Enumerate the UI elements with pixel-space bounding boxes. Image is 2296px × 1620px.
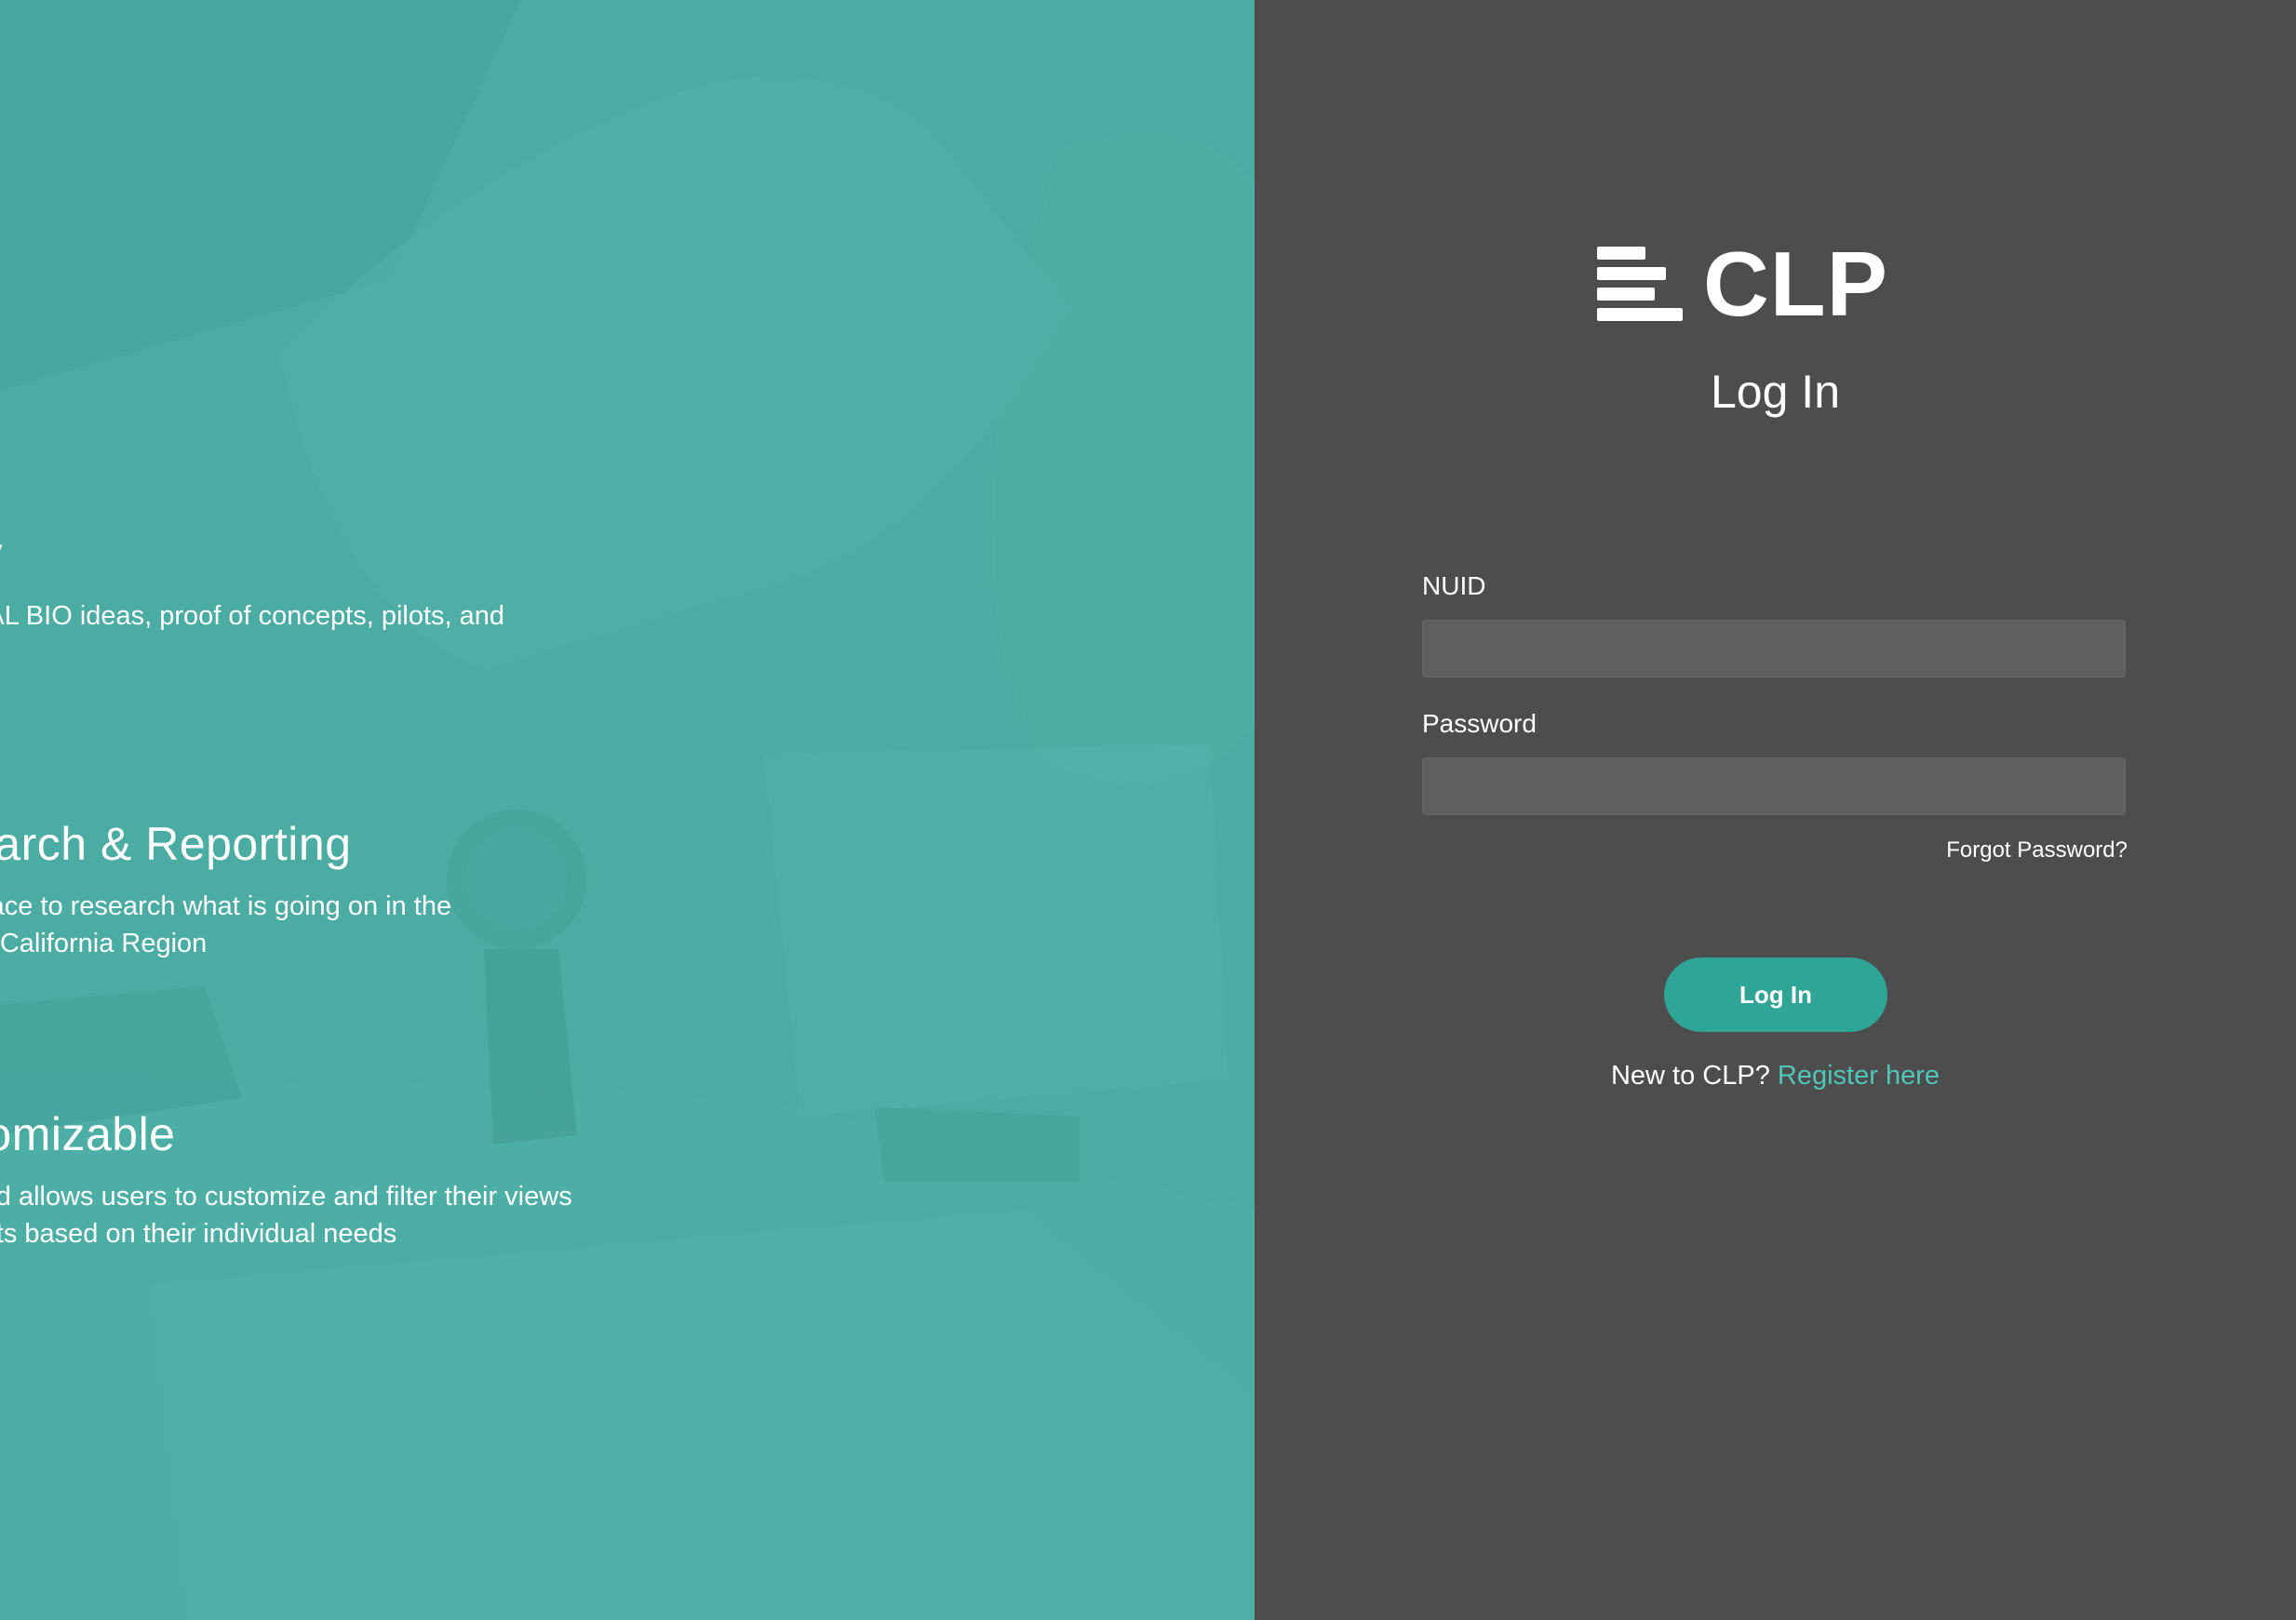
feature-item: earch & Reporting place to research what… [0,817,451,962]
forgot-password-link[interactable]: Forgot Password? [1946,837,2128,864]
clp-logo: CLP [1597,238,1888,329]
logo-text: CLP [1703,233,1888,335]
feature-item: tomizable ard allows users to customize … [0,1107,572,1252]
feature-description: ard allows users to customize and filter… [0,1182,572,1249]
nuid-label: NUID [1422,571,1486,600]
login-page: bility all SCAL BIO ideas, proof of conc… [0,0,2296,1620]
stacked-bars-logo-icon [1597,243,1683,325]
feature-list: bility all SCAL BIO ideas, proof of conc… [0,0,1255,1620]
password-input[interactable] [1422,757,2126,815]
feature-item: bility all SCAL BIO ideas, proof of conc… [0,527,504,672]
feature-title: earch & Reporting [0,818,352,870]
form-title: Log In [1710,366,1840,418]
register-link[interactable]: Register here [1778,1061,1940,1091]
feature-title: tomizable [0,1108,176,1160]
password-label: Password [1422,709,1537,738]
feature-description: place to research what is going on in th… [0,891,452,958]
feature-panel: bility all SCAL BIO ideas, proof of conc… [0,0,1255,1620]
register-prompt: New to CLP? Register here [1255,1061,2296,1091]
register-prompt-text: New to CLP? [1610,1061,1770,1091]
feature-title: bility [0,527,504,581]
nuid-input[interactable] [1422,620,2126,677]
feature-description: all SCAL BIO ideas, proof of concepts, p… [0,601,505,631]
login-button[interactable]: Log In [1664,957,1887,1032]
login-panel: CLP Log In NUID Password Forgot Password… [1255,0,2296,1620]
